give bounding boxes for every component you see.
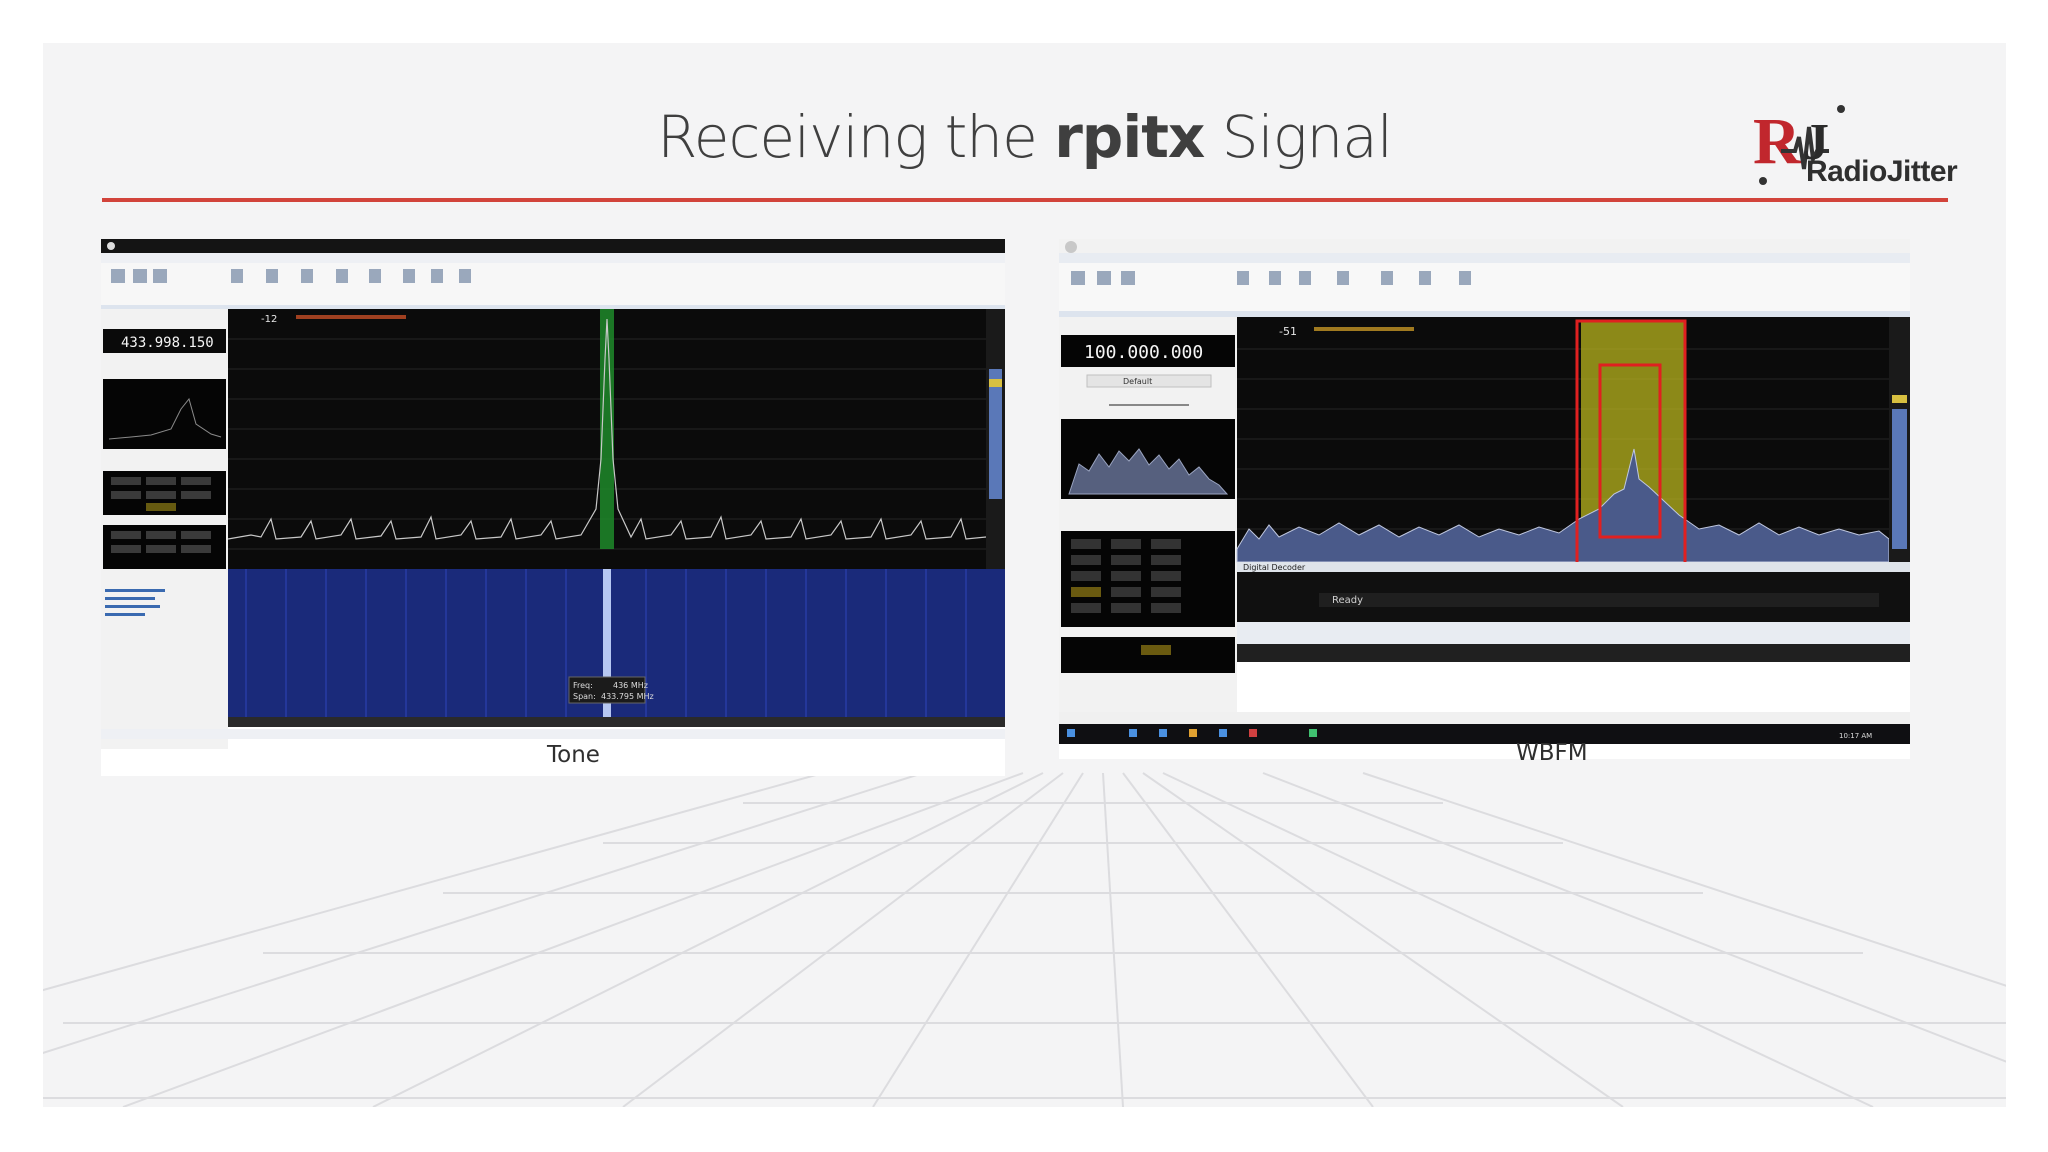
sdr-screenshot-tone: 433.998.150 -12 Freq: 436 MHz Span: 433.… [101,239,1005,776]
caption-wbfm: WBFM [1516,740,1588,766]
logo-text: RadioJitter [1806,155,1958,188]
title-bold: rpitx [1054,103,1205,171]
title-prefix: Receiving the [657,103,1038,171]
caption-tone: Tone [547,742,600,768]
frequency-display: 433.998.150 [121,335,214,351]
tooltip-span-value: 433.795 MHz [601,692,654,701]
tooltip-freq-value: 436 MHz [613,681,648,690]
taskbar-clock: 10:17 AM [1839,732,1872,740]
level-readout: -12 [261,314,277,325]
mode-dropdown: Default [1123,377,1152,386]
title-underline [102,198,1948,202]
sdr-screenshot-wbfm: 100.000.000 Default -51 Digital Decoder … [1059,239,1910,759]
tooltip-freq-label: Freq: [573,681,593,690]
slide: Receiving the rpitx Signal R J RadioJitt… [43,43,2006,1107]
slide-title: Receiving the rpitx Signal [43,103,2006,171]
tooltip-span-label: Span: [573,692,596,701]
frequency-display-right: 100.000.000 [1084,342,1203,363]
logo-r-glyph: R [1753,105,1802,178]
status-ready: Ready [1332,595,1363,606]
level-readout-right: -51 [1279,325,1297,338]
panel-digital-decoder: Digital Decoder [1243,563,1306,572]
title-suffix: Signal [1221,103,1393,171]
windows-taskbar [1059,724,1910,744]
